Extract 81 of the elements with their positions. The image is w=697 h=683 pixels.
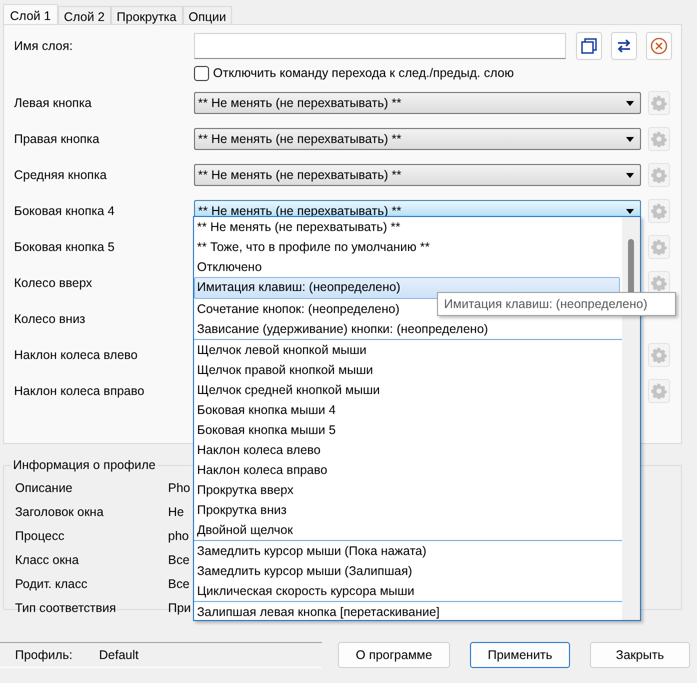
dialog-button[interactable]: О программе <box>338 642 450 668</box>
dropdown-option[interactable]: Щелчок средней кнопкой мыши <box>194 380 622 400</box>
info-value: При <box>168 601 191 615</box>
dropdown-option[interactable]: Залипшая левая кнопка [перетаскивание] <box>194 602 622 622</box>
dropdown-option[interactable]: Прокрутка вверх <box>194 480 622 500</box>
tab[interactable]: Слой 2 <box>58 6 111 24</box>
info-label: Процесс <box>15 529 66 543</box>
dropdown-option[interactable]: Двойной щелчок <box>194 520 622 540</box>
caret-icon <box>626 208 634 214</box>
group-title: Информация о профиле <box>12 458 157 472</box>
field-label: Боковая кнопка 4 <box>14 204 116 218</box>
field-label: Наклон колеса вправо <box>14 384 146 398</box>
checkbox-label: Отключить команду перехода к след./предыд. слою <box>213 66 514 80</box>
settings-button[interactable] <box>648 91 670 115</box>
info-label: Родит. класс <box>15 577 88 591</box>
dropdown-option[interactable]: Щелчок правой кнопкой мыши <box>194 360 622 380</box>
dropdown[interactable]: ** Не менять (не перехватывать) ** <box>194 128 641 150</box>
settings-button[interactable] <box>648 235 670 259</box>
field-label: Колесо вверх <box>14 276 94 290</box>
info-label: Тип соответствия <box>15 601 118 615</box>
info-value: pho <box>168 529 189 543</box>
settings-button[interactable] <box>648 163 670 187</box>
info-label: Заголовок окна <box>15 505 105 519</box>
settings-icon <box>651 131 667 147</box>
settings-button[interactable] <box>648 199 670 223</box>
settings-icon <box>651 347 667 363</box>
caret-icon <box>626 136 634 142</box>
info-label: Класс окна <box>15 553 80 567</box>
info-value: Pho <box>168 481 190 495</box>
close-icon <box>650 37 668 55</box>
dropdown-option[interactable]: Прокрутка вниз <box>194 500 622 520</box>
dropdown[interactable]: ** Не менять (не перехватывать) ** <box>194 164 641 186</box>
dropdown-option[interactable]: Боковая кнопка мыши 4 <box>194 400 622 420</box>
tab[interactable]: Прокрутка <box>110 6 182 24</box>
caret-icon <box>626 100 634 106</box>
tooltip: Имитация клавиш: (неопределено) <box>437 292 676 316</box>
settings-icon <box>651 383 667 399</box>
settings-icon <box>651 275 667 291</box>
field-label: Левая кнопка <box>14 96 93 110</box>
swap-button[interactable] <box>611 32 637 60</box>
caret-icon <box>626 172 634 178</box>
dropdown-option[interactable]: Боковая кнопка мыши 5 <box>194 420 622 440</box>
dropdown-option[interactable]: Отключено <box>194 257 622 277</box>
info-value: Все <box>168 553 190 567</box>
settings-icon <box>651 239 667 255</box>
dropdown-option[interactable]: Наклон колеса вправо <box>194 460 622 480</box>
dropdown-option[interactable]: Замедлить курсор мыши (Залипшая) <box>194 561 622 581</box>
copy-icon <box>580 37 598 55</box>
swap-arrows-icon <box>615 39 633 53</box>
layer-name-field[interactable] <box>194 33 566 59</box>
settings-button[interactable] <box>648 127 670 151</box>
info-value: Не <box>168 505 184 519</box>
copy-button[interactable] <box>576 32 602 60</box>
layer-name-label: Имя слоя: <box>14 39 74 53</box>
dropdown-option[interactable]: Циклическая скорость курсора мыши <box>194 581 622 601</box>
settings-icon <box>651 167 667 183</box>
settings-icon <box>651 203 667 219</box>
dropdown-option[interactable]: Наклон колеса влево <box>194 440 622 460</box>
dialog-button[interactable]: Применить <box>470 642 570 668</box>
delete-button[interactable] <box>646 32 672 60</box>
checkbox[interactable] <box>194 66 209 80</box>
dropdown-option[interactable]: Щелчок левой кнопкой мыши <box>194 340 622 360</box>
settings-icon <box>651 95 667 111</box>
tab[interactable]: Слой 1 <box>3 4 58 24</box>
field-label: Правая кнопка <box>14 132 100 146</box>
settings-button[interactable] <box>648 343 670 367</box>
status-label: Профиль: <box>15 648 74 662</box>
info-value: Все <box>168 577 190 591</box>
dropdown[interactable]: ** Не менять (не перехватывать) ** <box>194 92 641 114</box>
tab[interactable]: Опции <box>182 6 232 24</box>
field-label: Боковая кнопка 5 <box>14 240 116 254</box>
profile-name: Default <box>99 648 139 662</box>
info-label: Описание <box>15 481 74 495</box>
field-label: Наклон колеса влево <box>14 348 139 362</box>
field-label: Средняя кнопка <box>14 168 108 182</box>
dropdown-option[interactable]: Замедлить курсор мыши (Пока нажата) <box>194 541 622 561</box>
dropdown-option[interactable]: Зависание (удерживание) кнопки: (неопределено) <box>194 319 622 339</box>
field-label: Колесо вниз <box>14 312 86 326</box>
dropdown-option[interactable]: ** Тоже, что в профиле по умолчанию ** <box>194 237 622 257</box>
dialog-button[interactable]: Закрыть <box>590 642 690 668</box>
settings-button[interactable] <box>648 379 670 403</box>
